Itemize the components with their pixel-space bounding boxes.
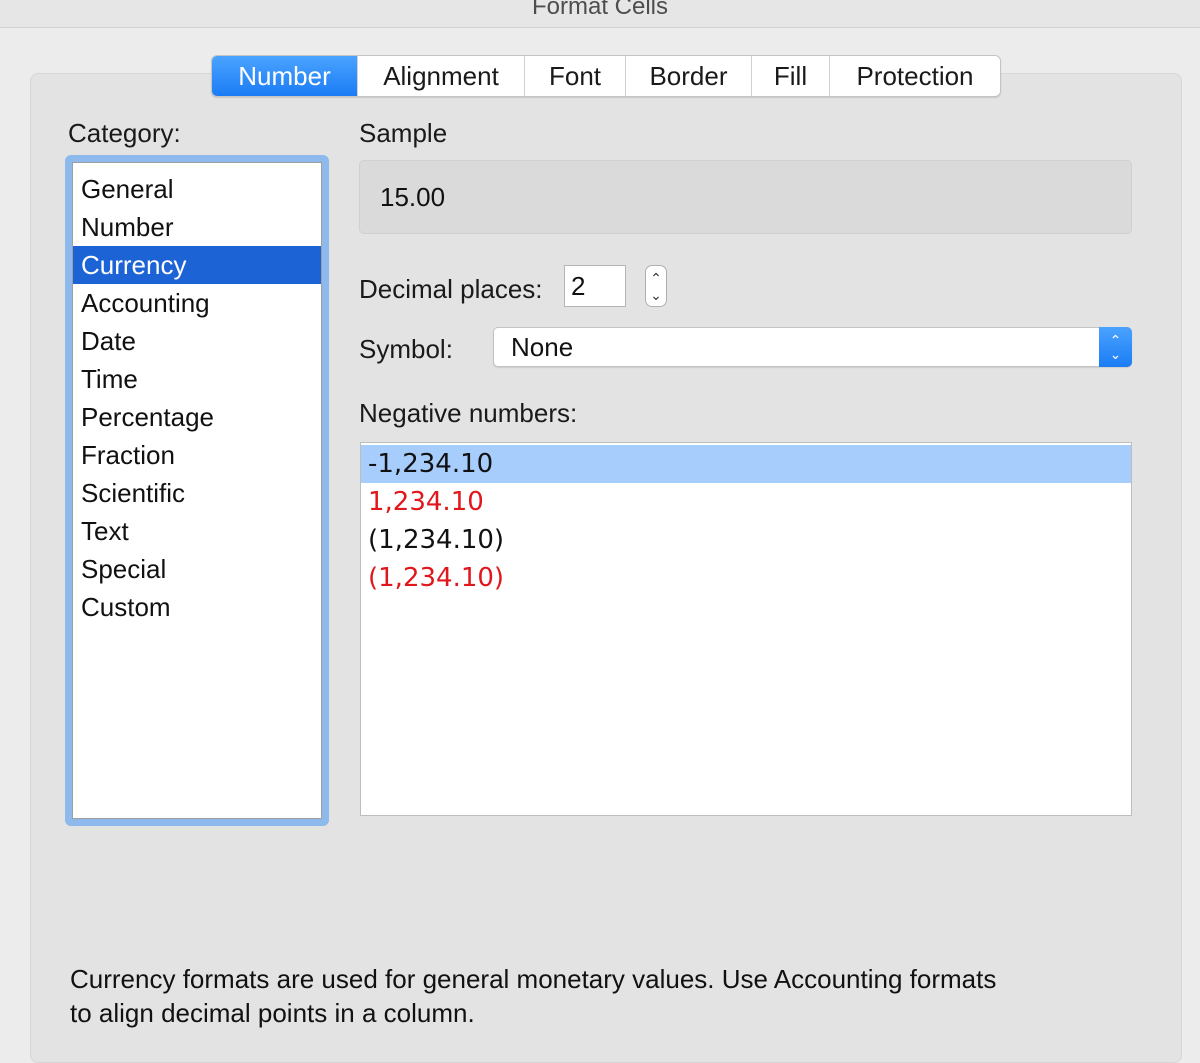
category-item-scientific[interactable]: Scientific	[73, 474, 321, 512]
decimal-places-input[interactable]: 2	[564, 265, 626, 307]
window-title: Format Cells	[531, 0, 669, 20]
chevron-up-icon[interactable]: ⌃	[646, 271, 666, 285]
tab-font[interactable]: Font	[525, 56, 626, 96]
sample-value: 15.00	[380, 182, 446, 212]
sample-box: 15.00	[359, 160, 1132, 234]
category-description: Currency formats are used for general mo…	[70, 962, 1080, 1030]
title-bar: Format Cells	[0, 0, 1200, 28]
tab-fill[interactable]: Fill	[752, 56, 830, 96]
category-item-accounting[interactable]: Accounting	[73, 284, 321, 322]
category-list[interactable]: General Number Currency Accounting Date …	[72, 162, 322, 819]
negative-numbers-label: Negative numbers:	[359, 398, 578, 428]
category-item-custom[interactable]: Custom	[73, 588, 321, 626]
negative-item[interactable]: -1,234.10	[361, 445, 1131, 483]
negative-item[interactable]: (1,234.10)	[361, 559, 1131, 597]
symbol-select[interactable]: None ⌃ ⌄	[493, 327, 1132, 367]
chevron-down-icon[interactable]: ⌄	[646, 288, 666, 302]
tab-alignment[interactable]: Alignment	[358, 56, 525, 96]
category-item-general[interactable]: General	[73, 170, 321, 208]
negative-numbers-list[interactable]: -1,234.10 1,234.10 (1,234.10) (1,234.10)	[360, 442, 1132, 816]
category-item-time[interactable]: Time	[73, 360, 321, 398]
category-item-number[interactable]: Number	[73, 208, 321, 246]
negative-item[interactable]: (1,234.10)	[361, 521, 1131, 559]
chevron-up-down-icon[interactable]: ⌃ ⌄	[1099, 327, 1132, 367]
tab-bar: Number Alignment Font Border Fill Protec…	[211, 55, 1001, 97]
symbol-label: Symbol:	[359, 334, 453, 364]
tab-border[interactable]: Border	[626, 56, 752, 96]
category-item-percentage[interactable]: Percentage	[73, 398, 321, 436]
category-label: Category:	[68, 118, 181, 148]
symbol-select-value: None	[511, 332, 574, 362]
negative-item[interactable]: 1,234.10	[361, 483, 1131, 521]
description-line-2: to align decimal points in a column.	[70, 998, 475, 1028]
tab-protection[interactable]: Protection	[830, 56, 1000, 96]
stepper-icon[interactable]: ⌃ ⌄	[645, 265, 667, 307]
category-item-text[interactable]: Text	[73, 512, 321, 550]
category-item-date[interactable]: Date	[73, 322, 321, 360]
category-item-special[interactable]: Special	[73, 550, 321, 588]
category-list-focus-ring: General Number Currency Accounting Date …	[65, 155, 329, 826]
category-item-currency[interactable]: Currency	[73, 246, 321, 284]
decimal-places-label: Decimal places:	[359, 274, 543, 304]
tab-number[interactable]: Number	[212, 56, 358, 96]
sample-label: Sample	[359, 118, 448, 148]
category-item-fraction[interactable]: Fraction	[73, 436, 321, 474]
description-line-1: Currency formats are used for general mo…	[70, 964, 997, 994]
